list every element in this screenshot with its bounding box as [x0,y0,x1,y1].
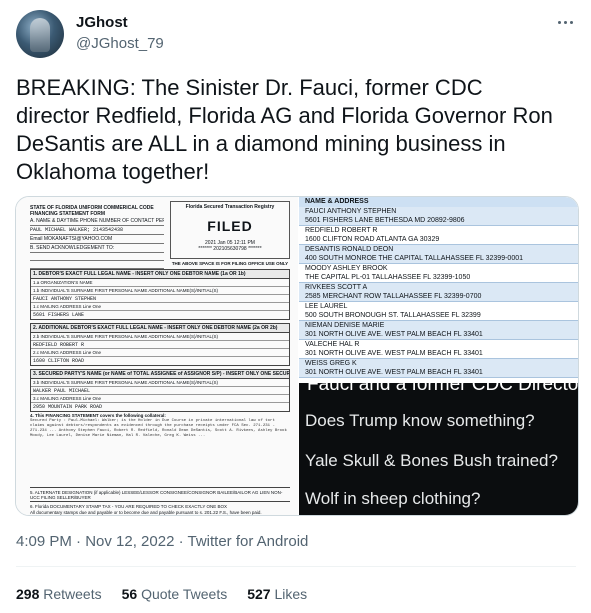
tweet-text: BREAKING: The Sinister Dr. Fauci, former… [16,75,553,184]
table-row: RIVKEES SCOTT A 2585 MERCHANT ROW TALLAHA… [299,283,578,302]
row-address: 400 SOUTH MONROE THE CAPITAL TALLAHASSEE… [305,255,523,262]
ack-label: B. SEND ACKNOWLEDGEMENT TO: [30,244,164,253]
more-icon[interactable] [556,12,576,32]
tweet-timestamp[interactable]: 4:09 PM · Nov 12, 2022 · Twitter for And… [16,533,308,550]
debtor-address: 5601 FISHERS LANE [33,312,85,318]
quotes-link[interactable]: 56 Quote Tweets [122,586,228,602]
row-name: DESANTIS RONALD DEON [305,246,394,253]
contact-email: Email MOKANAFTSI@YAHOO.COM [30,235,164,244]
secured-mail-label: 3.c MAILING ADDRESS Line One [31,395,289,403]
table-row: VALECHE HAL R 301 NORTH OLIVE AVE. WEST P… [299,340,578,359]
tweet-header: JGhost @JGhost_79 [16,10,576,58]
row-name: VALECHE HAL R [305,341,360,348]
avatar[interactable] [16,10,64,58]
row-address: THE CAPITAL PL-01 TALLAHASSEE FL 32399-1… [305,274,471,281]
debtor-heading: 1. DEBTOR'S EXACT FULL LEGAL NAME - INSE… [31,270,289,279]
add-debtor-heading: 2. ADDITIONAL DEBTOR'S EXACT FULL LEGAL … [31,324,289,333]
likes-label: Likes [274,586,308,602]
row-name: RIVKEES SCOTT A [305,284,368,291]
collateral-heading: 4. This FINANCING STATEMENT covers the f… [30,413,166,418]
divider [16,566,576,567]
table-row: DESANTIS RONALD DEON 400 SOUTH MONROE THE… [299,245,578,264]
table-row: NIEMAN DENISE MARIE 301 NORTH OLIVE AVE. … [299,321,578,340]
add-debtor-mail-label: 2.c MAILING ADDRESS Line One [31,349,289,357]
add-debtor-ind-label: 2.b INDIVIDUAL'S SURNAME FIRST PERSONAL … [31,333,289,341]
row-address: 301 NORTH OLIVE AVE. WEST PALM BEACH FL … [305,369,483,376]
author-handle[interactable]: @JGhost_79 [76,35,164,52]
debtor-mail-label: 1.c MAILING ADDRESS Line One [31,303,289,311]
table-row: FAUCI ANTHONY STEPHEN 5601 FISHERS LANE B… [299,207,578,226]
quotes-label: Quote Tweets [141,586,228,602]
row-address: 301 NORTH OLIVE AVE. WEST PALM BEACH FL … [305,331,483,338]
debtor-ind-label: 1.b INDIVIDUAL'S SURNAME FIRST PERSONAL … [31,287,289,295]
secured-party-section: 3. SECURED PARTY'S NAME (or NAME of TOTA… [30,369,290,412]
add-debtor-name: REDFIELD ROBERT R [33,342,85,348]
author-name[interactable]: JGhost [76,14,128,31]
meme-question-3: Wolf in sheep clothing? [305,489,481,508]
name-address-table-image[interactable]: NAME & ADDRESS FAUCI ANTHONY STEPHEN 5601… [299,197,578,383]
likes-count: 527 [247,586,271,602]
filed-label: FILED [207,218,253,234]
retweets-link[interactable]: 298 Retweets [16,586,102,602]
meme-cut-line: Fauci and a former CDC Director? [307,383,579,395]
contact-value: PAUL MICHAEL WALKER; 2143542438 [30,226,164,235]
row-name: NIEMAN DENISE MARIE [305,322,385,329]
secured-name: WALKER PAUL MICHAEL [33,388,91,394]
table-header: NAME & ADDRESS [299,197,578,207]
alternate-designation: 5. ALTERNATE DESIGNATION (if applicable)… [30,487,290,500]
contact-label: A. NAME & DAYTIME PHONE NUMBER OF CONTAC… [30,218,164,226]
secured-ind-label: 3.b INDIVIDUAL'S SURNAME FIRST PERSONAL … [31,379,289,387]
additional-debtor-section: 2. ADDITIONAL DEBTOR'S EXACT FULL LEGAL … [30,323,290,366]
row-name: MOODY ASHLEY BROOK [305,265,388,272]
row-address: 5601 FISHERS LANE BETHESDA MD 20892-9806 [305,217,465,224]
filing-office-note: THE ABOVE SPACE IS FOR FILING OFFICE USE… [171,261,289,266]
collateral-body: Secured Party : Paul-Michael: Walker; is… [30,419,287,438]
question-meme-image[interactable]: Fauci and a former CDC Director? Does Tr… [299,383,579,515]
likes-link[interactable]: 527 Likes [247,586,307,602]
stamp-note: All documentary stamps due and payable o… [30,510,262,515]
quotes-count: 56 [121,586,138,602]
retweets-label: Retweets [43,586,102,602]
row-address: 2585 MERCHANT ROW TALLAHASSEE FL 32399-0… [305,293,482,300]
table-row: REDFIELD ROBERT R 1600 CLIFTON ROAD ATLAN… [299,226,578,245]
engagement-stats: 298 Retweets 56 Quote Tweets 527 Likes [16,586,307,602]
secured-address: 2950 MOUNTAIN PARK ROAD [33,404,103,410]
meme-question-1: Does Trump know something? [305,411,535,430]
table-row: LEE LAUREL 500 SOUTH BRONOUGH ST. TALLAHA… [299,302,578,321]
row-name: REDFIELD ROBERT R [305,227,378,234]
secured-heading: 3. SECURED PARTY'S NAME (or NAME of TOTA… [31,370,289,379]
debtor-name: FAUCI ANTHONY STEPHEN [33,296,97,302]
row-address: 500 SOUTH BRONOUGH ST. TALLAHASSEE FL 32… [305,312,481,319]
row-name: FAUCI ANTHONY STEPHEN [305,208,397,215]
ucc-document-image[interactable]: STATE OF FLORIDA UNIFORM COMMERICAL CODE… [16,197,298,515]
debtor-section: 1. DEBTOR'S EXACT FULL LEGAL NAME - INSE… [30,269,290,320]
row-name: LEE LAUREL [305,303,348,310]
meme-question-2: Yale Skull & Bones Bush trained? [305,451,558,470]
table-row: WEISS GREG K 301 NORTH OLIVE AVE. WEST PA… [299,359,578,378]
add-debtor-address: 1600 CLIFTON ROAD [33,358,85,364]
row-address: 301 NORTH OLIVE AVE. WEST PALM BEACH FL … [305,350,483,357]
retweets-count: 298 [16,586,40,602]
media-grid: STATE OF FLORIDA UNIFORM COMMERICAL CODE… [15,196,579,516]
debtor-org: 1.a ORGANIZATION'S NAME [31,279,289,287]
registry-name: Florida Secured Transaction Registry [185,204,275,210]
row-address: 1600 CLIFTON ROAD ATLANTA GA 30329 [305,236,440,243]
filed-number: ******* 202105630798 ******* [198,246,262,252]
table-row: MOODY ASHLEY BROOK THE CAPITAL PL-01 TALL… [299,264,578,283]
row-name: WEISS GREG K [305,360,357,367]
filed-stamp: Florida Secured Transaction Registry FIL… [170,201,290,259]
